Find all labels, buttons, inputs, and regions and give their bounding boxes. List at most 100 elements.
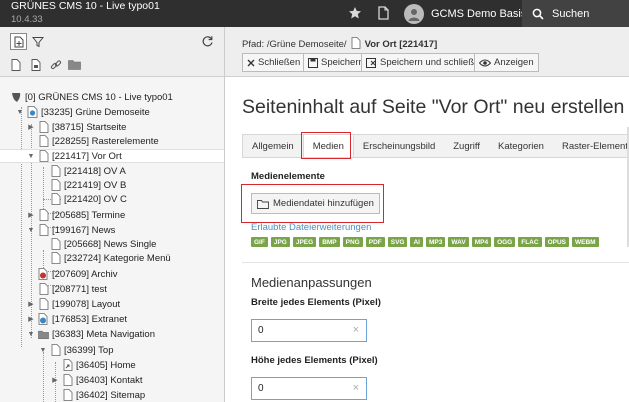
extension-badges: GIF JPG JPEG BMP PNG PDF SVG AI MP3 WAV …: [251, 237, 599, 247]
width-label: Breite jedes Elements (Pixel): [251, 297, 381, 308]
page-icon: [62, 374, 73, 386]
section-divider: [242, 262, 629, 263]
tree-item[interactable]: ▼ [36399] Top: [39, 343, 113, 357]
tree-item[interactable]: [205668] News Single: [50, 237, 156, 251]
user-name: GCMS Demo Basis: [431, 7, 527, 20]
tree-item[interactable]: ▼ [199167] News: [27, 223, 115, 237]
tree-item[interactable]: [221420] OV C: [50, 192, 127, 206]
tree-item-label: [36383] Meta Navigation: [52, 328, 155, 340]
tree-item[interactable]: [36402] Sitemap: [62, 388, 145, 402]
tree-item[interactable]: [207609] Archiv: [38, 267, 118, 281]
page-icon: [62, 389, 73, 401]
media-section-title: Medienelemente: [251, 171, 325, 182]
link-icon[interactable]: [47, 56, 64, 73]
user-icon: [408, 8, 420, 21]
tab-categories[interactable]: Kategorien: [489, 135, 553, 157]
tree-item[interactable]: [221418] OV A: [50, 164, 126, 178]
page-icon: [38, 150, 49, 162]
tree-item-label: [176853] Extranet: [52, 313, 127, 325]
page-edit-icon[interactable]: [27, 56, 44, 73]
breadcrumb: Pfad: /Grüne Demoseite/ Vor Ort [221417]: [242, 37, 437, 52]
search-icon: [532, 8, 544, 20]
tree-item[interactable]: [232724] Kategorie Menü: [50, 251, 171, 265]
height-value: 0: [258, 383, 264, 394]
width-input[interactable]: 0 ×: [251, 319, 367, 342]
tree-item-label: [221418] OV A: [64, 165, 126, 177]
tree-item[interactable]: ▼ [36383] Meta Navigation: [27, 327, 155, 341]
tree-item[interactable]: [228255] Rasterelemente: [27, 134, 159, 148]
tree-item[interactable]: [36405] Home: [62, 358, 136, 372]
extension-badge: GIF: [251, 237, 268, 247]
star-icon[interactable]: [348, 6, 362, 20]
expand-icon[interactable]: ▶: [27, 123, 35, 131]
folder-icon: [38, 328, 49, 340]
tree-item[interactable]: ▼ [33235] Grüne Demoseite: [16, 105, 150, 119]
extension-badge: WAV: [448, 237, 469, 247]
filter-icon[interactable]: [29, 33, 46, 50]
tree-item[interactable]: ▶ [38715] Startseite: [27, 120, 126, 134]
expand-icon[interactable]: ▶: [51, 376, 59, 384]
tree-item-label: [228255] Rasterelemente: [52, 135, 159, 147]
height-input[interactable]: 0 ×: [251, 377, 367, 400]
view-button[interactable]: Anzeigen: [474, 53, 539, 72]
page-icon: [50, 165, 61, 177]
close-button[interactable]: Schließen: [242, 53, 306, 72]
extension-badge: JPEG: [292, 237, 317, 247]
tab-appearance[interactable]: Erscheinungsbild: [354, 135, 444, 157]
extension-badge: JPG: [270, 237, 290, 247]
document-icon[interactable]: [376, 6, 390, 20]
clear-icon[interactable]: ×: [353, 324, 359, 336]
collapse-icon[interactable]: ▼: [27, 227, 35, 234]
collapse-icon[interactable]: ▼: [27, 153, 35, 160]
extension-badge: AI: [410, 237, 423, 247]
close-icon: [247, 59, 255, 67]
collapse-icon[interactable]: ▼: [27, 331, 35, 338]
tree-item[interactable]: ▶ [199078] Layout: [27, 297, 120, 311]
page-icon[interactable]: [7, 56, 24, 73]
avatar: [404, 3, 424, 24]
collapse-icon[interactable]: ▼: [16, 109, 24, 116]
tree-item-label: [0] GRÜNES CMS 10 - Live typo01: [25, 91, 173, 103]
eye-icon: [479, 59, 491, 67]
tree-item-selected[interactable]: ▼ [221417] Vor Ort: [0, 149, 224, 163]
tree-item[interactable]: [208771] test: [38, 282, 107, 296]
shortcut-page-icon: [62, 359, 73, 371]
site-version: 10.4.33: [11, 14, 43, 25]
page-title: Seiteninhalt auf Seite "Vor Ort" neu ers…: [242, 96, 625, 118]
refresh-icon[interactable]: [199, 33, 216, 50]
collapse-icon[interactable]: ▼: [39, 347, 47, 354]
new-page-icon[interactable]: [10, 33, 27, 50]
tab-grid-elements[interactable]: Raster-Elemente: [553, 135, 629, 157]
tree-item[interactable]: [221419] OV B: [50, 178, 126, 192]
page-icon: [38, 209, 49, 221]
tab-general[interactable]: Allgemein: [243, 135, 303, 157]
tree-item[interactable]: ▶ [36403] Kontakt: [51, 373, 143, 387]
add-media-button[interactable]: Mediendatei hinzufügen: [251, 193, 380, 214]
tree-item[interactable]: ▶ [176853] Extranet: [27, 312, 127, 326]
save-close-button[interactable]: Speichern und schließen: [361, 53, 490, 72]
save-button[interactable]: Speichern: [303, 53, 369, 72]
expand-icon[interactable]: ▶: [27, 300, 35, 308]
tree-item-root[interactable]: [0] GRÜNES CMS 10 - Live typo01: [11, 90, 173, 104]
clear-icon[interactable]: ×: [353, 382, 359, 394]
tree-item-label: [232724] Kategorie Menü: [64, 252, 171, 264]
extension-badge: OGG: [494, 237, 516, 247]
site-info[interactable]: GRÜNES CMS 10 - Live typo01 10.4.33: [11, 0, 160, 26]
site-name: GRÜNES CMS 10 - Live typo01: [11, 0, 160, 12]
expand-icon[interactable]: ▶: [27, 211, 35, 219]
tree-toolbar: [0, 27, 224, 77]
tree-item[interactable]: ▶ [205685] Termine: [27, 208, 125, 222]
page-icon: [38, 121, 49, 133]
page-icon: [351, 37, 361, 52]
folder-icon[interactable]: [66, 56, 83, 73]
search-button[interactable]: Suchen: [522, 0, 629, 27]
extension-badge: PDF: [365, 237, 385, 247]
tab-access[interactable]: Zugriff: [444, 135, 489, 157]
typo3-logo-icon: [11, 91, 22, 103]
user-menu[interactable]: GCMS Demo Basis: [404, 3, 526, 24]
tree-item-label: [199078] Layout: [52, 298, 121, 310]
save-close-icon: [366, 57, 377, 68]
expand-icon[interactable]: ▶: [27, 315, 35, 323]
site-root-icon: [27, 106, 38, 118]
width-value: 0: [258, 325, 264, 336]
